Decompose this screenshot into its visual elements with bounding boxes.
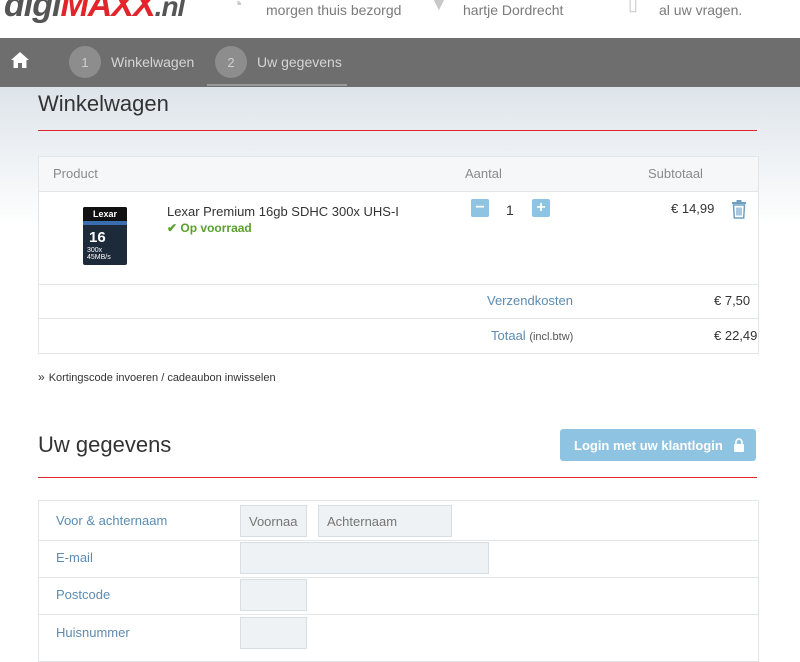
phone-icon: ▯ — [628, 0, 638, 14]
total-value: € 22,49 — [714, 328, 758, 343]
product-name[interactable]: Lexar Premium 16gb SDHC 300x UHS-I — [167, 204, 399, 219]
top-bar: digiMAXX.nl ◔ morgen thuis bezorgd ▼ har… — [0, 0, 800, 38]
shipping-value: € 7,50 — [714, 293, 751, 308]
checkout-nav: 1 Winkelwagen 2 Uw gegevens — [0, 38, 800, 87]
header-product: Product — [53, 166, 98, 181]
step-details[interactable]: 2 Uw gegevens — [215, 45, 342, 79]
active-step-indicator — [207, 84, 347, 86]
row-divider — [39, 577, 758, 578]
product-image[interactable]: Lexar 16 300x 45MB/s — [83, 207, 127, 265]
details-title: Uw gegevens — [38, 432, 172, 457]
row-divider — [39, 540, 758, 541]
quantity-value: 1 — [506, 202, 514, 218]
check-icon: ✔ — [167, 221, 181, 235]
stock-status: ✔ Op voorraad — [167, 221, 252, 235]
header-subtotal: Subtotaal — [648, 166, 703, 181]
cart-header: Product Aantal Subtotaal — [39, 157, 758, 192]
location-pin-icon: ▼ — [430, 0, 448, 14]
step-number: 2 — [215, 46, 247, 78]
login-button[interactable]: Login met uw klantlogin — [560, 429, 756, 461]
decrease-quantity-button[interactable]: − — [471, 199, 489, 217]
home-icon[interactable] — [10, 51, 30, 69]
email-label: E-mail — [56, 550, 93, 565]
lastname-input[interactable] — [318, 505, 452, 537]
usp-location: hartje Dordrecht — [463, 2, 564, 18]
postcode-field[interactable] — [240, 579, 307, 611]
firstname-input[interactable] — [240, 505, 307, 537]
shipping-label: Verzendkosten — [487, 293, 574, 308]
chevron-right-icon: » — [38, 370, 45, 384]
row-divider — [39, 284, 758, 285]
step-label: Winkelwagen — [111, 54, 195, 70]
housenumber-field[interactable] — [240, 617, 307, 649]
divider — [38, 130, 757, 131]
total-label: Totaal (incl.btw) — [491, 328, 574, 343]
usp-delivery: morgen thuis bezorgd — [266, 2, 402, 18]
cart-table: Product Aantal Subtotaal Lexar 16 300x 4… — [38, 156, 759, 354]
increase-quantity-button[interactable]: + — [532, 199, 550, 217]
step-number: 1 — [69, 46, 101, 78]
email-field[interactable] — [240, 542, 489, 574]
postcode-label: Postcode — [56, 587, 111, 602]
total-note: (incl.btw) — [529, 331, 574, 343]
row-divider — [39, 318, 758, 319]
logo[interactable]: digiMAXX.nl — [4, 0, 185, 25]
step-cart[interactable]: 1 Winkelwagen — [69, 45, 194, 79]
item-subtotal: € 14,99 — [671, 201, 715, 216]
lock-icon — [734, 438, 744, 452]
row-divider — [39, 614, 758, 615]
name-label: Voor & achternaam — [56, 513, 168, 528]
step-label: Uw gegevens — [257, 54, 342, 70]
coupon-link[interactable]: » Kortingscode invoeren / cadeaubon inwis… — [38, 370, 276, 384]
usp-contact: al uw vragen. — [659, 2, 743, 18]
clock-icon: ◔ — [232, 0, 243, 14]
header-quantity: Aantal — [465, 166, 502, 181]
trash-icon[interactable] — [731, 199, 747, 219]
divider — [38, 477, 757, 478]
cart-title: Winkelwagen — [38, 91, 169, 116]
details-form: Voor & achternaam E-mail Postcode Huisnu… — [38, 500, 759, 662]
housenumber-label: Huisnummer — [56, 625, 130, 640]
